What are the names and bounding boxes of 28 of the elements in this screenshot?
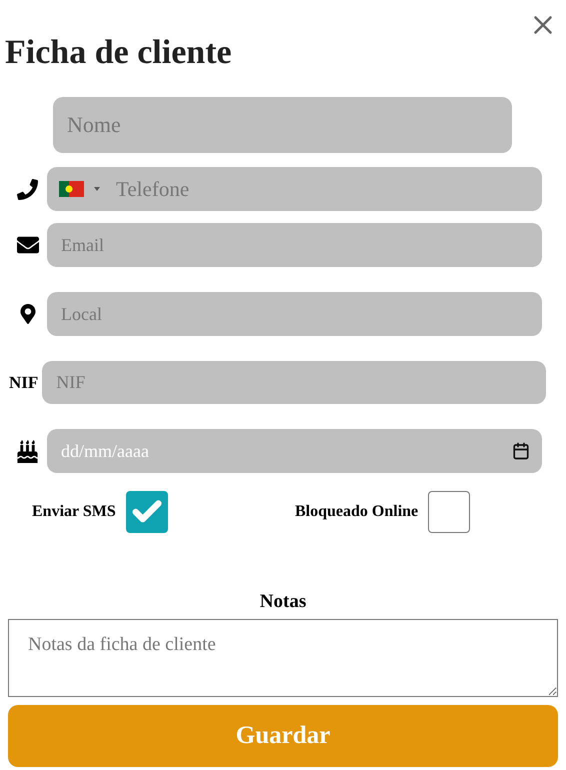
checkbox[interactable] [126,491,168,534]
flag-icon[interactable] [59,181,84,198]
input-field[interactable]: NIF [42,361,546,404]
notes-label: Notas [258,591,308,614]
text-input[interactable]: Local [59,302,530,326]
checkbox-label: Enviar SMS [32,503,116,522]
checkbox-label: Bloqueado Online [295,503,418,522]
cake-icon [16,440,39,463]
text-input[interactable]: NIF [54,371,534,394]
input-field[interactable]: Email [47,223,542,268]
checkbox[interactable] [428,491,470,534]
page-title: Ficha de cliente [5,34,232,72]
save-button[interactable]: Guardar [8,705,558,768]
text-input[interactable]: Email [59,234,530,257]
phone-icon [17,178,38,200]
input-field[interactable]: Nome [53,97,512,154]
field-label: NIF [9,372,38,393]
input-field[interactable]: Local [47,292,542,336]
input-field[interactable]: Telefone [47,167,542,212]
envelope-icon [16,234,38,256]
location-pin-icon [18,304,38,324]
text-input[interactable]: dd/mm/aaaa [59,440,504,463]
calendar-icon[interactable] [512,442,530,460]
date-field[interactable]: dd/mm/aaaa [47,429,542,474]
text-input[interactable]: Nome [65,111,500,140]
text-input[interactable]: Telefone [114,176,530,203]
notes-field[interactable]: Notas da ficha de cliente [8,619,558,698]
caret-icon[interactable] [94,187,100,192]
